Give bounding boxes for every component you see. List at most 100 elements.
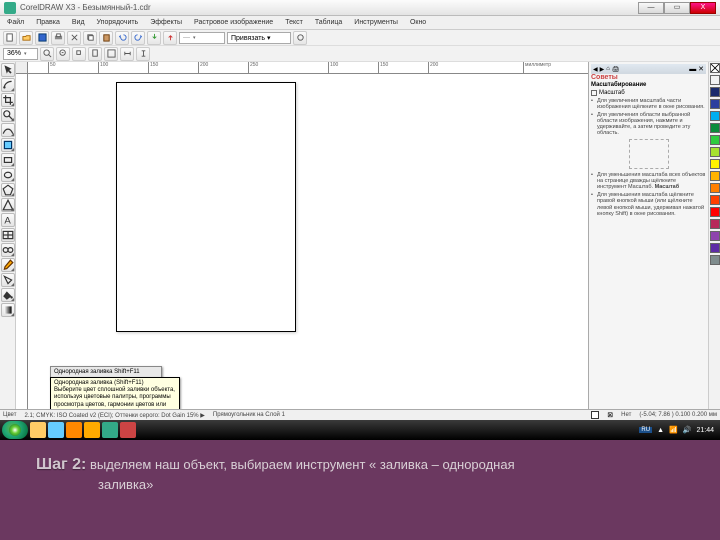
zoom-tool-icon[interactable] <box>1 108 15 122</box>
zoom-height-icon[interactable] <box>136 47 150 61</box>
export-icon[interactable] <box>163 31 177 45</box>
close-button[interactable]: X <box>690 2 716 14</box>
text-tool-icon[interactable]: A <box>1 213 15 227</box>
options-icon[interactable] <box>293 31 307 45</box>
pick-tool-icon[interactable] <box>1 63 15 77</box>
menu-bitmap[interactable]: Растровое изображение <box>189 18 278 27</box>
color-swatch[interactable] <box>710 255 720 265</box>
vertical-ruler[interactable] <box>16 74 28 409</box>
undo-icon[interactable] <box>115 31 129 45</box>
zoom-out-icon[interactable] <box>56 47 70 61</box>
zoom-combo[interactable]: —▾ <box>179 32 225 44</box>
task-app-icon[interactable] <box>66 422 82 438</box>
tray-sound-icon[interactable]: 🔊 <box>683 426 692 434</box>
page-rectangle[interactable] <box>116 82 296 332</box>
color-swatch[interactable] <box>710 87 720 97</box>
menu-window[interactable]: Окно <box>405 18 431 27</box>
zoom-level-combo[interactable]: 36%▾ <box>3 48 38 60</box>
language-indicator[interactable]: RU <box>639 427 652 433</box>
minimize-button[interactable]: — <box>638 2 664 14</box>
crop-tool-icon[interactable] <box>1 93 15 107</box>
color-swatch[interactable] <box>710 171 720 181</box>
new-icon[interactable] <box>3 31 17 45</box>
canvas-area[interactable]: 50 100 150 200 250 100 150 200 миллиметр… <box>16 62 588 409</box>
horizontal-ruler[interactable]: 50 100 150 200 250 100 150 200 миллиметр <box>28 62 588 74</box>
task-corel-icon[interactable] <box>102 422 118 438</box>
eyedropper-icon[interactable] <box>1 258 15 272</box>
menu-view[interactable]: Вид <box>67 18 90 27</box>
color-swatch[interactable] <box>710 183 720 193</box>
task-explorer-icon[interactable] <box>30 422 46 438</box>
color-swatch[interactable] <box>710 75 720 85</box>
menu-text[interactable]: Текст <box>280 18 308 27</box>
color-swatch[interactable] <box>710 195 720 205</box>
color-swatch[interactable] <box>710 99 720 109</box>
fill-tool-icon[interactable] <box>1 288 15 302</box>
ruler-origin[interactable] <box>16 62 28 74</box>
back-icon[interactable]: ◀ <box>593 66 598 73</box>
copy-icon[interactable] <box>83 31 97 45</box>
fill-indicator-icon[interactable] <box>591 411 599 419</box>
ruler-tick: 50 <box>48 62 56 73</box>
polygon-tool-icon[interactable] <box>1 183 15 197</box>
caption-line1: выделяем наш объект, выбираем инструмент… <box>90 457 515 472</box>
tray-network-icon[interactable]: 📶 <box>669 426 678 434</box>
menu-effects[interactable]: Эффекты <box>145 18 187 27</box>
color-swatch[interactable] <box>710 207 720 217</box>
no-color-swatch[interactable] <box>710 63 720 73</box>
menu-table[interactable]: Таблица <box>310 18 347 27</box>
redo-icon[interactable] <box>131 31 145 45</box>
tooltip-text: Однородная заливка (Shift+F11) Выберите … <box>54 380 175 409</box>
color-swatch[interactable] <box>710 159 720 169</box>
task-app-icon[interactable] <box>48 422 64 438</box>
color-swatch[interactable] <box>710 123 720 133</box>
hints-checkbox-row[interactable]: Масштаб <box>591 89 706 97</box>
open-icon[interactable] <box>19 31 33 45</box>
zoom-all-icon[interactable] <box>104 47 118 61</box>
start-button[interactable] <box>2 421 28 439</box>
interactive-fill-icon[interactable] <box>1 303 15 317</box>
table-tool-icon[interactable] <box>1 228 15 242</box>
menu-arrange[interactable]: Упорядочить <box>92 18 144 27</box>
hints-close-icon[interactable]: ▬ ✕ <box>689 65 704 73</box>
print-hint-icon[interactable]: 🖨 <box>612 66 620 73</box>
blend-tool-icon[interactable] <box>1 243 15 257</box>
fwd-icon[interactable]: ▶ <box>600 66 605 73</box>
save-icon[interactable] <box>35 31 49 45</box>
maximize-button[interactable]: ▭ <box>664 2 690 14</box>
print-icon[interactable] <box>51 31 65 45</box>
outline-tool-icon[interactable] <box>1 273 15 287</box>
snap-label: Привязать ▾ <box>231 34 271 42</box>
zoom-page-icon[interactable] <box>88 47 102 61</box>
color-swatch[interactable] <box>710 147 720 157</box>
zoom-in-icon[interactable] <box>40 47 54 61</box>
menu-tools[interactable]: Инструменты <box>349 18 403 27</box>
task-app-icon[interactable] <box>84 422 100 438</box>
snap-combo[interactable]: Привязать ▾ <box>227 32 291 44</box>
ruler-tick: 200 <box>198 62 208 73</box>
ellipse-tool-icon[interactable] <box>1 168 15 182</box>
zoom-width-icon[interactable] <box>120 47 134 61</box>
hints-bold: Масштаб <box>655 184 680 190</box>
color-swatch[interactable] <box>710 135 720 145</box>
menu-edit[interactable]: Правка <box>31 18 65 27</box>
menu-file[interactable]: Файл <box>2 18 29 27</box>
cut-icon[interactable] <box>67 31 81 45</box>
home-icon[interactable]: ⌂ <box>606 66 610 73</box>
shape-tool-icon[interactable] <box>1 78 15 92</box>
freehand-tool-icon[interactable] <box>1 123 15 137</box>
basic-shapes-icon[interactable] <box>1 198 15 212</box>
tray-clock[interactable]: 21:44 <box>696 427 714 434</box>
zoom-selection-icon[interactable] <box>72 47 86 61</box>
paste-icon[interactable] <box>99 31 113 45</box>
import-icon[interactable] <box>147 31 161 45</box>
color-swatch[interactable] <box>710 231 720 241</box>
smart-fill-icon[interactable] <box>1 138 15 152</box>
tray-flag-icon[interactable]: ▲ <box>657 427 664 434</box>
color-swatch[interactable] <box>710 111 720 121</box>
checkbox-icon[interactable] <box>591 90 597 96</box>
rectangle-tool-icon[interactable] <box>1 153 15 167</box>
color-swatch[interactable] <box>710 243 720 253</box>
color-swatch[interactable] <box>710 219 720 229</box>
task-app-icon[interactable] <box>120 422 136 438</box>
